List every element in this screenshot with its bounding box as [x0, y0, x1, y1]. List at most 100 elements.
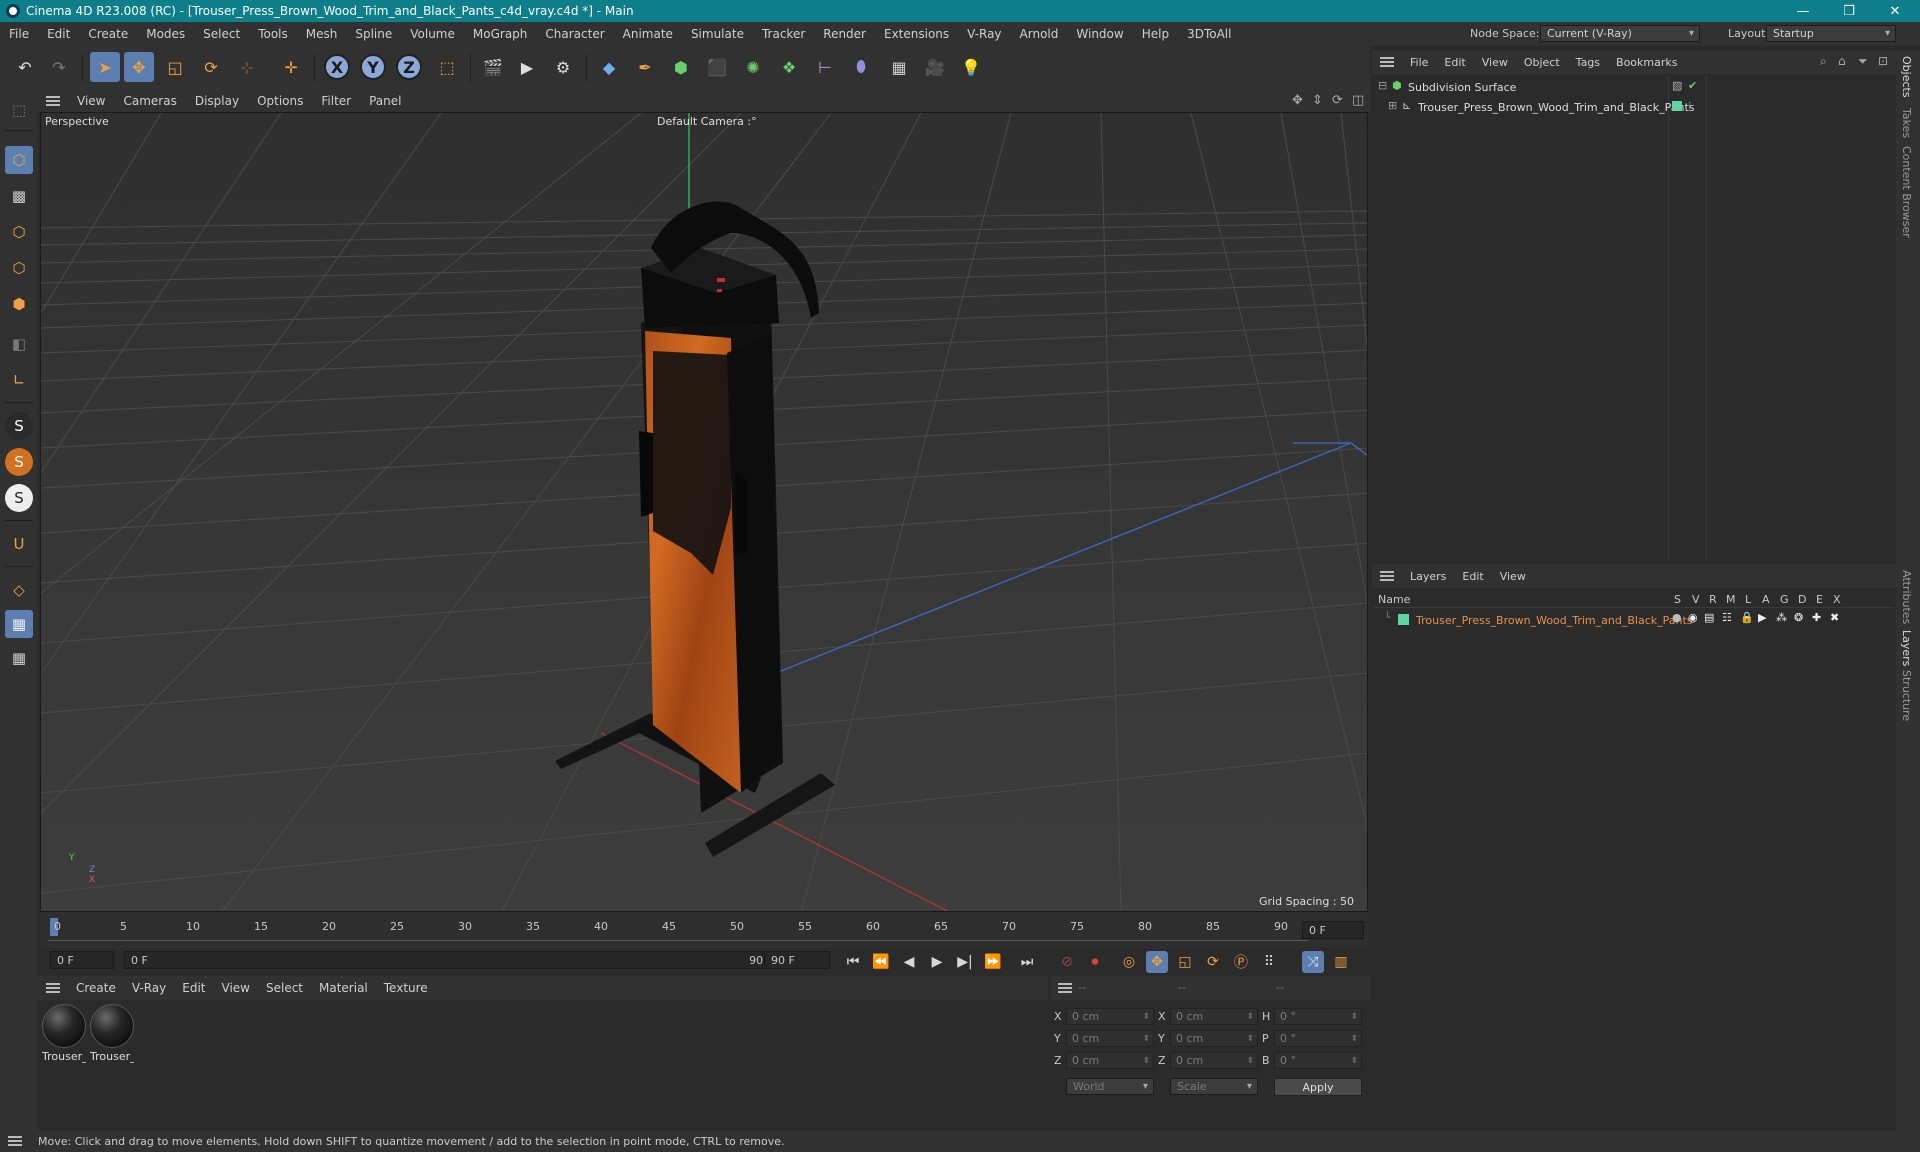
- current-frame-field[interactable]: 0 F: [1302, 921, 1364, 939]
- close-button[interactable]: ✕: [1872, 0, 1918, 22]
- pos-x-field[interactable]: 0 cm: [1066, 1008, 1154, 1025]
- menu-edit[interactable]: Edit: [38, 27, 79, 41]
- play-icon[interactable]: ▶: [926, 951, 948, 973]
- key-param-icon[interactable]: Ⓟ: [1230, 951, 1252, 973]
- key-rotation-icon[interactable]: ⟳: [1202, 951, 1224, 973]
- vp-menu-options[interactable]: Options: [248, 94, 312, 108]
- rot-h-field[interactable]: 0 °: [1274, 1008, 1362, 1025]
- size-mode-dropdown[interactable]: Scale: [1170, 1078, 1258, 1095]
- menu-extensions[interactable]: Extensions: [875, 27, 958, 41]
- lay-menu-layers[interactable]: Layers: [1402, 570, 1454, 583]
- start-frame-field[interactable]: 0 F: [50, 951, 114, 969]
- pen-spline-icon[interactable]: ✒: [630, 52, 660, 82]
- key-scale-icon[interactable]: ◱: [1174, 951, 1196, 973]
- coordinate-system-icon[interactable]: ⬚: [432, 52, 462, 82]
- layout-dropdown[interactable]: Startup: [1766, 25, 1896, 42]
- menu-3dtoall[interactable]: 3DToAll: [1178, 27, 1240, 41]
- minimize-button[interactable]: —: [1780, 0, 1826, 22]
- menu-tools[interactable]: Tools: [249, 27, 297, 41]
- status-menu-icon[interactable]: [8, 1136, 22, 1146]
- points-mode-icon[interactable]: ⬡: [5, 218, 33, 246]
- object-home-icon[interactable]: ⌂: [1838, 54, 1846, 68]
- mat-menu-create[interactable]: Create: [68, 981, 124, 995]
- menu-render[interactable]: Render: [814, 27, 875, 41]
- menu-mograph[interactable]: MoGraph: [464, 27, 537, 41]
- uv-mode-icon[interactable]: ◧: [5, 330, 33, 358]
- layer-name[interactable]: Trouser_Press_Brown_Wood_Trim_and_Black_…: [1416, 614, 1693, 627]
- obj-menu-object[interactable]: Object: [1516, 56, 1568, 69]
- cloner-icon[interactable]: ✺: [738, 52, 768, 82]
- deformer-icon[interactable]: ⊢: [810, 52, 840, 82]
- menu-character[interactable]: Character: [536, 27, 613, 41]
- polygons-mode-icon[interactable]: ⬢: [5, 290, 33, 318]
- view-eye-icon[interactable]: ◉: [1688, 611, 1698, 624]
- next-frame-icon[interactable]: ▶|: [954, 951, 976, 973]
- motion-system-icon[interactable]: ⤨: [1302, 951, 1324, 973]
- move-tool-icon[interactable]: ✥: [124, 52, 154, 82]
- viewport-rotate-icon[interactable]: ⟳: [1332, 93, 1343, 108]
- viewport-menu-icon[interactable]: [46, 96, 60, 106]
- viewport-pan-icon[interactable]: ✥: [1292, 93, 1303, 108]
- mat-menu-edit[interactable]: Edit: [174, 981, 213, 995]
- redo-icon[interactable]: ↷: [44, 52, 74, 82]
- menu-modes[interactable]: Modes: [137, 27, 194, 41]
- tab-structure[interactable]: Structure: [1900, 670, 1913, 721]
- material-swatch[interactable]: Trouser_: [90, 1004, 134, 1063]
- transform-tool-icon[interactable]: ✛: [276, 52, 306, 82]
- menu-mesh[interactable]: Mesh: [297, 27, 347, 41]
- menu-window[interactable]: Window: [1067, 27, 1132, 41]
- render-picture-viewer-icon[interactable]: ▶: [512, 52, 542, 82]
- axis-mode-icon[interactable]: ∟: [5, 366, 33, 394]
- menu-help[interactable]: Help: [1133, 27, 1178, 41]
- x-axis-lock-icon[interactable]: X: [324, 54, 350, 80]
- pos-z-field[interactable]: 0 cm: [1066, 1052, 1154, 1069]
- edges-mode-icon[interactable]: ⬡: [5, 254, 33, 282]
- vp-menu-cameras[interactable]: Cameras: [114, 94, 185, 108]
- size-x-field[interactable]: 0 cm: [1170, 1008, 1258, 1025]
- go-to-start-icon[interactable]: ⏮: [842, 951, 864, 973]
- apply-button[interactable]: Apply: [1274, 1078, 1362, 1096]
- cube-primitive-icon[interactable]: ◆: [594, 52, 624, 82]
- rot-p-field[interactable]: 0 °: [1274, 1030, 1362, 1047]
- object-menu-icon[interactable]: [1380, 57, 1394, 67]
- mat-menu-material[interactable]: Material: [311, 981, 376, 995]
- mat-menu-select[interactable]: Select: [258, 981, 311, 995]
- object-row-subdivision[interactable]: ⊟ ⬢ Subdivision Surface ▧ ✔: [1374, 78, 1894, 96]
- tab-objects[interactable]: Objects: [1900, 56, 1913, 98]
- material-menu-icon[interactable]: [46, 983, 60, 993]
- menu-animate[interactable]: Animate: [614, 27, 682, 41]
- layer-color-swatch[interactable]: [1398, 614, 1409, 625]
- viewport-zoom-icon[interactable]: ⇕: [1312, 93, 1323, 108]
- previous-frame-icon[interactable]: ◀: [898, 951, 920, 973]
- xref-icon[interactable]: ✖: [1830, 611, 1839, 624]
- tab-content-browser[interactable]: Content Browser: [1900, 146, 1913, 238]
- frame-range-slider[interactable]: 0 F 90 F: [124, 951, 780, 969]
- layer-color-swatch[interactable]: [1672, 101, 1682, 111]
- rot-b-field[interactable]: 0 °: [1274, 1052, 1362, 1069]
- expressions-icon[interactable]: ✚: [1812, 611, 1821, 624]
- mat-menu-view[interactable]: View: [214, 981, 258, 995]
- visibility-check-icon[interactable]: ✔: [1688, 79, 1697, 92]
- deformers-icon[interactable]: ❂: [1794, 611, 1803, 624]
- material-swatch[interactable]: Trouser_: [42, 1004, 86, 1063]
- lay-menu-edit[interactable]: Edit: [1454, 570, 1491, 583]
- timeline-ruler[interactable]: 0 5 10 15 20 25 30 35 40 45 50 55 60 65 …: [40, 912, 1368, 948]
- size-y-field[interactable]: 0 cm: [1170, 1030, 1258, 1047]
- coordinate-space-dropdown[interactable]: World: [1066, 1078, 1154, 1095]
- menu-simulate[interactable]: Simulate: [682, 27, 753, 41]
- lay-menu-view[interactable]: View: [1492, 570, 1534, 583]
- menu-file[interactable]: File: [0, 27, 38, 41]
- perspective-viewport[interactable]: Perspective Default Camera :° Grid Spaci…: [40, 112, 1368, 912]
- undo-icon[interactable]: ↶: [10, 52, 40, 82]
- field-icon[interactable]: ⬮: [846, 52, 876, 82]
- node-space-dropdown[interactable]: Current (V-Ray): [1540, 25, 1700, 42]
- menu-spline[interactable]: Spline: [346, 27, 401, 41]
- previous-key-icon[interactable]: ⏪: [870, 951, 892, 973]
- animation-play-icon[interactable]: ▶: [1758, 611, 1766, 624]
- vp-menu-filter[interactable]: Filter: [312, 94, 360, 108]
- obj-menu-view[interactable]: View: [1474, 56, 1516, 69]
- lock-icon[interactable]: 🔒: [1740, 611, 1754, 624]
- key-pla-icon[interactable]: ⠿: [1258, 951, 1280, 973]
- mat-menu-texture[interactable]: Texture: [376, 981, 436, 995]
- tag-icon[interactable]: ▧: [1672, 79, 1682, 92]
